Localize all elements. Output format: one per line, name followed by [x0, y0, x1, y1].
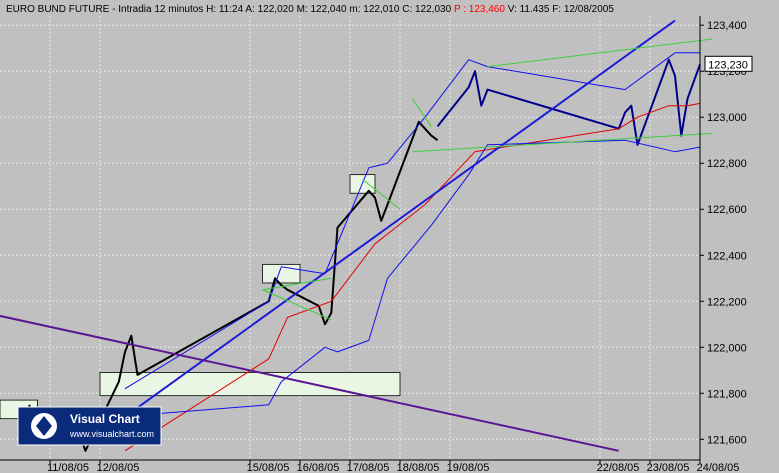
x-tick-label: 19/08/05 [447, 462, 490, 473]
header-c-value: 122,030 [415, 4, 452, 15]
header-f-label: F: [552, 4, 561, 15]
header-m-value: 122,040 [310, 4, 347, 15]
header-v-value: 11.435 [520, 4, 550, 15]
header-a-value: 122,020 [258, 4, 295, 15]
logo-url: www.visualchart.com [69, 429, 154, 439]
x-tick-label: 23/08/05 [647, 462, 690, 473]
x-tick-label: 15/08/05 [247, 462, 290, 473]
last-price-label: 123,230 [708, 59, 748, 71]
header-m-label: M: [297, 4, 308, 15]
chart-header: EURO BUND FUTURE - Intradia 12 minutos H… [6, 4, 614, 15]
y-tick-label: 121,800 [707, 388, 747, 400]
header-f-value: 12/08/2005 [564, 4, 614, 15]
header-v-label: V: [508, 4, 517, 15]
price-chart[interactable]: 123,400123,200123,000122,800122,600122,4… [0, 0, 779, 473]
y-tick-label: 122,800 [707, 158, 747, 170]
visual-chart-logo: Visual Chart www.visualchart.com [17, 406, 162, 446]
x-tick-label: 22/08/05 [597, 462, 640, 473]
x-tick-label: 16/08/05 [297, 462, 340, 473]
header-p-value: 123,460 [469, 4, 506, 15]
x-tick-label: 24/08/05 [697, 462, 740, 473]
header-instrument: EURO BUND FUTURE [6, 4, 110, 15]
header-timeframe: Intradia 12 minutos [118, 4, 203, 15]
last-price-marker: 123,230 [704, 55, 753, 72]
y-tick-label: 122,000 [707, 342, 747, 354]
header-c-label: C: [402, 4, 412, 15]
header-h-value: 11:24 [219, 4, 244, 15]
y-tick-label: 122,400 [707, 250, 747, 262]
header-h-label: H: [206, 4, 216, 15]
y-tick-label: 123,400 [707, 20, 747, 32]
y-tick-label: 121,600 [707, 434, 747, 446]
y-tick-label: 123,000 [707, 112, 747, 124]
header-a-label: A: [245, 4, 254, 15]
header-p-label: P : [454, 4, 466, 15]
header-min-value: 122,010 [363, 4, 400, 15]
x-tick-label: 11/08/05 [47, 462, 89, 473]
chart-window: 123,400 123,200 123,000 122,800 122,600 122,4… [0, 0, 779, 473]
y-tick-label: 122,200 [707, 296, 747, 308]
y-tick-label: 122,600 [707, 204, 747, 216]
x-tick-label: 18/08/05 [397, 462, 440, 473]
header-min-label: m: [349, 4, 360, 15]
x-tick-label: 12/08/05 [97, 462, 140, 473]
logo-brand: Visual Chart [70, 412, 140, 426]
x-tick-label: 17/08/05 [347, 462, 390, 473]
x-axis: 11/08/05 12/08/05 15/08/05 16/08/05 17/08/05… [0, 459, 740, 473]
